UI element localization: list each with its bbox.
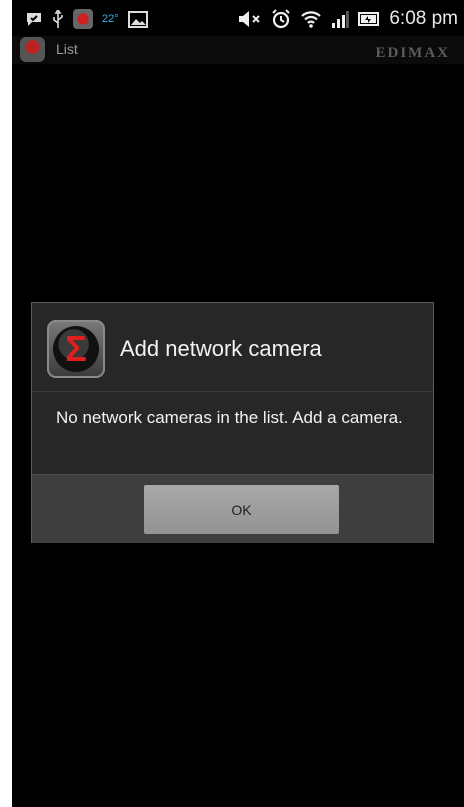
clock: 6:08 pm <box>389 8 458 29</box>
status-bar: 22° 6:08 pm <box>12 0 464 36</box>
dialog-title: Add network camera <box>120 336 322 361</box>
signal-icon <box>332 11 350 28</box>
dialog-message: No network cameras in the list. Add a ca… <box>56 408 403 427</box>
app-icon[interactable] <box>20 37 45 62</box>
chat-icon <box>27 13 41 26</box>
app-notification-icon <box>73 9 93 29</box>
temperature-text: 22° <box>102 13 119 25</box>
mute-icon <box>239 11 261 27</box>
action-bar: List EDIMAX <box>12 36 464 64</box>
battery-icon <box>358 12 380 26</box>
phone-screen: 22° 6:08 pm List EDIMAX Σ Add network ca… <box>12 0 464 807</box>
alarm-icon <box>272 9 291 29</box>
dialog-footer: OK <box>32 474 433 543</box>
action-bar-title: List <box>56 41 78 57</box>
image-icon <box>127 10 148 28</box>
system-icons: 6:08 pm <box>238 8 458 30</box>
app-logo-icon: Σ <box>47 320 105 378</box>
notification-icons: 22° <box>25 9 148 29</box>
dialog-header: Σ Add network camera <box>32 303 433 392</box>
wifi-icon <box>301 11 322 28</box>
ok-button[interactable]: OK <box>144 485 339 534</box>
add-camera-dialog: Σ Add network camera No network cameras … <box>31 302 434 543</box>
brand-logo: EDIMAX <box>375 45 450 61</box>
usb-icon <box>53 10 63 28</box>
